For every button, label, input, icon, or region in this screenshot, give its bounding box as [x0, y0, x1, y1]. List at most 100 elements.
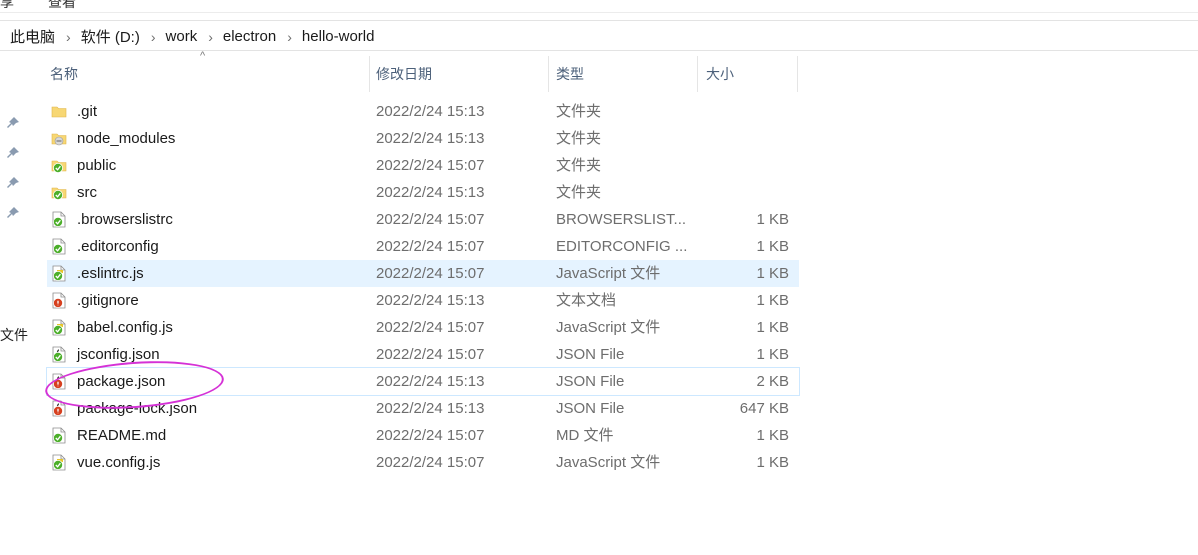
file-size: 647 KB: [739, 400, 789, 417]
column-date[interactable]: 修改日期: [366, 56, 546, 92]
js-file-synced-icon: [52, 265, 66, 282]
file-name: node_modules: [77, 130, 176, 147]
breadcrumb-this-pc[interactable]: 此电脑: [10, 26, 55, 47]
folder-ignored-icon: [51, 133, 67, 146]
pin-icon[interactable]: [5, 175, 21, 191]
file-modified-icon: [52, 292, 66, 309]
file-type: 文件夹: [556, 130, 602, 147]
file-modified-icon: [51, 292, 67, 309]
file-row[interactable]: src 2022/2/24 15:13 文件夹: [47, 179, 799, 206]
file-name: .gitignore: [77, 292, 139, 309]
file-synced-icon: [52, 238, 66, 255]
file-row[interactable]: vue.config.js 2022/2/24 15:07 JavaScript 文…: [47, 449, 799, 476]
column-header: ^ 名称 修改日期 类型 大小: [40, 50, 800, 92]
file-row[interactable]: .eslintrc.js 2022/2/24 15:07 JavaScript 文件…: [47, 260, 799, 287]
file-size: 1 KB: [756, 427, 789, 444]
column-size[interactable]: 大小: [696, 56, 796, 92]
file-date: 2022/2/24 15:13: [376, 400, 485, 417]
file-date: 2022/2/24 15:13: [376, 130, 485, 147]
menu-item-share[interactable]: 享: [0, 0, 14, 12]
chevron-right-icon[interactable]: ›: [66, 29, 71, 45]
file-row[interactable]: node_modules 2022/2/24 15:13 文件夹: [47, 125, 799, 152]
file-size: 1 KB: [756, 454, 789, 471]
file-date: 2022/2/24 15:07: [376, 454, 485, 471]
js-file-synced-icon: [51, 319, 67, 336]
breadcrumb-work[interactable]: work: [166, 28, 198, 45]
file-size: 1 KB: [756, 238, 789, 255]
file-name: README.md: [77, 427, 167, 444]
file-size: 1 KB: [756, 211, 789, 228]
file-synced-icon: [51, 211, 67, 228]
file-row[interactable]: .editorconfig 2022/2/24 15:07 EDITORCONFIG…: [47, 233, 799, 260]
file-date: 2022/2/24 15:07: [376, 157, 485, 174]
file-name: .editorconfig: [77, 238, 159, 255]
folder-synced-icon: [51, 157, 67, 174]
pin-icon[interactable]: [5, 145, 21, 161]
file-type: JavaScript 文件: [556, 319, 661, 336]
file-name: babel.config.js: [77, 319, 173, 336]
file-date: 2022/2/24 15:07: [376, 319, 485, 336]
file-synced-icon: [51, 427, 67, 444]
file-type: JavaScript 文件: [556, 454, 661, 471]
folder-synced-icon: [51, 160, 67, 173]
file-date: 2022/2/24 15:13: [376, 184, 485, 201]
folder-synced-icon: [51, 187, 67, 200]
file-date: 2022/2/24 15:07: [376, 211, 485, 228]
file-synced-icon: [52, 427, 66, 444]
file-synced-icon: [52, 211, 66, 228]
file-name: .git: [77, 103, 98, 120]
json-file-synced-icon: [52, 346, 66, 363]
menu-item-view[interactable]: 查看: [48, 0, 76, 12]
column-name[interactable]: 名称: [40, 56, 370, 92]
file-type: BROWSERSLIST...: [556, 211, 687, 228]
file-row[interactable]: README.md 2022/2/24 15:07 MD 文件 1 KB: [47, 422, 799, 449]
file-size: 2 KB: [756, 373, 789, 390]
file-size: 1 KB: [756, 346, 789, 363]
js-file-synced-icon: [51, 265, 67, 282]
file-name: vue.config.js: [77, 454, 161, 471]
file-row[interactable]: .gitignore 2022/2/24 15:13 文本文档 1 KB: [47, 287, 799, 314]
js-file-synced-icon: [51, 454, 67, 471]
file-type: MD 文件: [556, 427, 614, 444]
file-type: EDITORCONFIG ...: [556, 238, 688, 255]
menu-bar: 享 查看: [0, 0, 1198, 13]
file-row[interactable]: public 2022/2/24 15:07 文件夹: [47, 152, 799, 179]
folder-icon: [51, 103, 67, 120]
chevron-right-icon[interactable]: ›: [208, 29, 213, 45]
file-row[interactable]: .browserslistrc 2022/2/24 15:07 BROWSERSLI…: [47, 206, 799, 233]
file-type: 文本文档: [556, 292, 617, 309]
breadcrumb: 此电脑 › 软件 (D:) › work › electron › hello-…: [10, 26, 374, 47]
pin-icon[interactable]: [5, 205, 21, 221]
breadcrumb-electron[interactable]: electron: [223, 28, 276, 45]
file-type: JavaScript 文件: [556, 265, 661, 282]
file-date: 2022/2/24 15:07: [376, 265, 485, 282]
file-row[interactable]: .git 2022/2/24 15:13 文件夹: [47, 98, 799, 125]
column-type[interactable]: 类型: [546, 56, 696, 92]
file-type: JSON File: [556, 400, 625, 417]
pin-icon[interactable]: [5, 115, 21, 131]
column-divider[interactable]: [797, 56, 798, 92]
file-type: 文件夹: [556, 184, 602, 201]
nav-pane-label[interactable]: 文件: [0, 325, 28, 345]
file-size: 1 KB: [756, 292, 789, 309]
json-file-synced-icon: [51, 346, 67, 363]
breadcrumb-drive-d[interactable]: 软件 (D:): [81, 26, 140, 47]
file-row[interactable]: babel.config.js 2022/2/24 15:07 JavaScript…: [47, 314, 799, 341]
file-date: 2022/2/24 15:07: [376, 427, 485, 444]
file-type: JSON File: [556, 373, 625, 390]
address-bar[interactable]: 此电脑 › 软件 (D:) › work › electron › hello-…: [0, 20, 1198, 51]
chevron-right-icon[interactable]: ›: [287, 29, 292, 45]
file-name: .browserslistrc: [77, 211, 173, 228]
folder-icon: [51, 106, 67, 118]
breadcrumb-hello-world[interactable]: hello-world: [302, 28, 375, 45]
file-type: 文件夹: [556, 157, 602, 174]
file-size: 1 KB: [756, 319, 789, 336]
js-file-synced-icon: [52, 319, 66, 336]
file-name: src: [77, 184, 97, 201]
js-file-synced-icon: [52, 454, 66, 471]
file-list: .git 2022/2/24 15:13 文件夹 node_modules 2022/2…: [46, 98, 800, 476]
chevron-right-icon[interactable]: ›: [151, 29, 156, 45]
file-date: 2022/2/24 15:13: [376, 103, 485, 120]
folder-ignored-icon: [51, 130, 67, 147]
file-date: 2022/2/24 15:07: [376, 238, 485, 255]
